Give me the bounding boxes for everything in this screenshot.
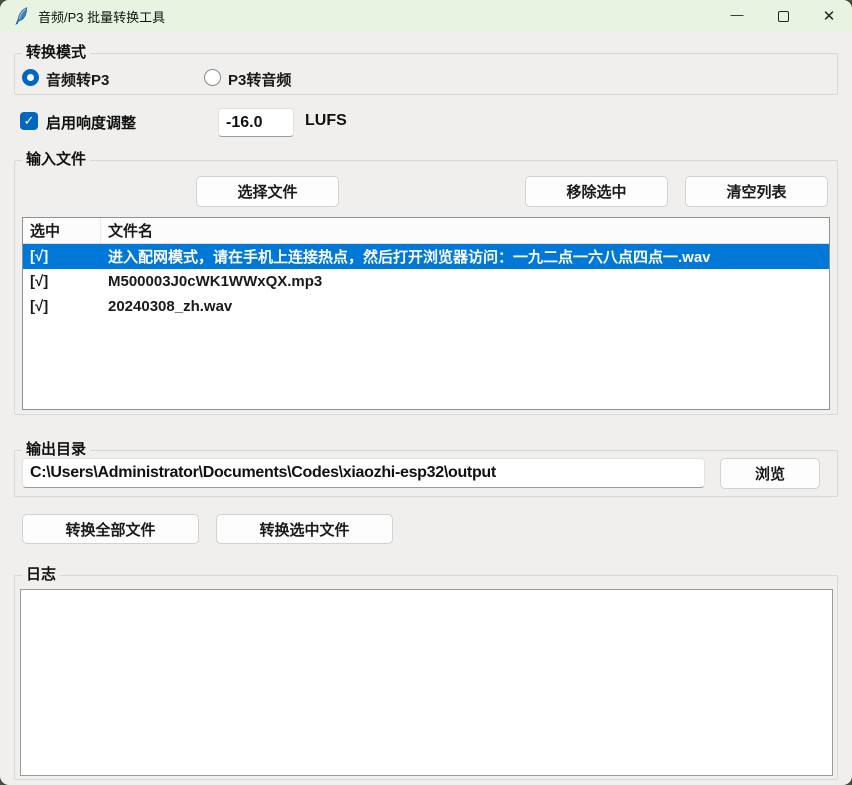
radio-audio-to-p3[interactable] xyxy=(22,69,39,86)
output-dir-title: 输出目录 xyxy=(22,441,90,459)
convert-selected-button[interactable]: 转换选中文件 xyxy=(216,514,393,544)
python-feather-icon xyxy=(13,7,30,25)
maximize-icon xyxy=(778,11,789,22)
clear-list-button[interactable]: 清空列表 xyxy=(685,176,828,207)
table-row[interactable]: [√] 进入配网模式，请在手机上连接热点，然后打开浏览器访问：一九二点一六八点四… xyxy=(23,244,829,269)
radio-p3-to-audio-label[interactable]: P3转音频 xyxy=(228,69,291,90)
maximize-button[interactable] xyxy=(760,0,806,32)
mode-section: 转换模式 xyxy=(14,53,838,95)
titlebar: 音频/P3 批量转换工具 — ✕ xyxy=(0,0,852,32)
row-checked: [√] xyxy=(23,298,101,315)
row-checked: [√] xyxy=(23,248,101,265)
clear-list-label: 清空列表 xyxy=(726,181,786,202)
convert-selected-label: 转换选中文件 xyxy=(259,519,349,540)
select-files-button[interactable]: 选择文件 xyxy=(196,176,339,207)
convert-all-button[interactable]: 转换全部文件 xyxy=(22,514,199,544)
column-header-filename[interactable]: 文件名 xyxy=(101,218,829,243)
table-row[interactable]: [√] 20240308_zh.wav xyxy=(23,294,829,319)
log-textarea[interactable] xyxy=(20,589,833,776)
minimize-button[interactable]: — xyxy=(714,0,760,32)
row-filename: M500003J0cWK1WWxQX.mp3 xyxy=(101,273,829,290)
file-list-header: 选中 文件名 xyxy=(23,218,829,244)
input-files-title: 输入文件 xyxy=(22,151,90,169)
close-icon: ✕ xyxy=(823,7,836,25)
row-filename: 20240308_zh.wav xyxy=(101,298,829,315)
row-checked: [√] xyxy=(23,273,101,290)
convert-all-label: 转换全部文件 xyxy=(65,519,155,540)
log-title: 日志 xyxy=(22,566,60,584)
minimize-icon: — xyxy=(731,7,744,22)
file-list: 选中 文件名 [√] 进入配网模式，请在手机上连接热点，然后打开浏览器访问：一九… xyxy=(22,217,830,410)
select-files-label: 选择文件 xyxy=(237,181,297,202)
mode-section-title: 转换模式 xyxy=(22,44,90,62)
remove-selected-label: 移除选中 xyxy=(566,181,626,202)
window-controls: — ✕ xyxy=(714,0,852,32)
close-button[interactable]: ✕ xyxy=(806,0,852,32)
app-window: 音频/P3 批量转换工具 — ✕ 转换模式 音频转P3 P3转音频 ✓ 启用响度… xyxy=(0,0,852,785)
radio-p3-to-audio[interactable] xyxy=(204,69,221,86)
loudness-checkbox-label[interactable]: 启用响度调整 xyxy=(46,112,136,133)
remove-selected-button[interactable]: 移除选中 xyxy=(525,176,668,207)
lufs-unit-label: LUFS xyxy=(305,112,347,130)
browse-label: 浏览 xyxy=(755,463,785,484)
column-header-checked[interactable]: 选中 xyxy=(23,218,101,243)
loudness-value-input[interactable]: -16.0 xyxy=(218,108,294,137)
table-row[interactable]: [√] M500003J0cWK1WWxQX.mp3 xyxy=(23,269,829,294)
window-title: 音频/P3 批量转换工具 xyxy=(38,7,165,26)
loudness-value: -16.0 xyxy=(226,114,262,132)
output-dir-path: C:\Users\Administrator\Documents\Codes\x… xyxy=(30,464,496,482)
radio-audio-to-p3-label[interactable]: 音频转P3 xyxy=(46,69,109,90)
output-dir-input[interactable]: C:\Users\Administrator\Documents\Codes\x… xyxy=(22,458,705,488)
browse-button[interactable]: 浏览 xyxy=(720,458,820,489)
checkmark-icon: ✓ xyxy=(24,113,35,129)
row-filename: 进入配网模式，请在手机上连接热点，然后打开浏览器访问：一九二点一六八点四点一.w… xyxy=(101,246,829,267)
loudness-checkbox[interactable]: ✓ xyxy=(20,112,38,130)
